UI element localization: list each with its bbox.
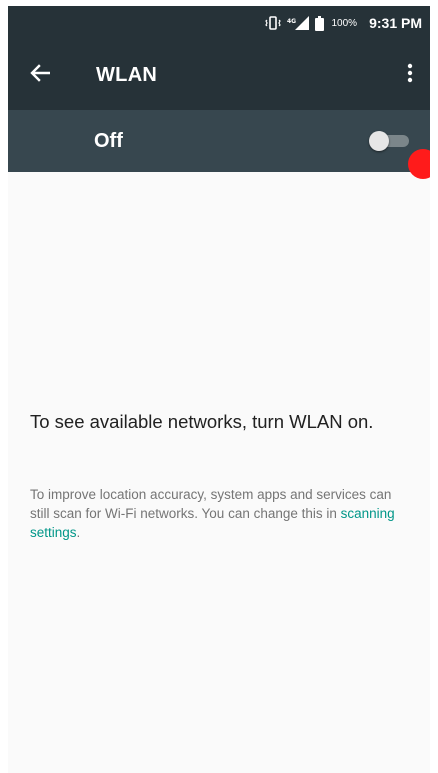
toggle-thumb <box>369 131 389 151</box>
app-bar: WLAN <box>8 40 430 110</box>
back-button[interactable] <box>10 45 70 105</box>
scanning-hint: To improve location accuracy, system app… <box>30 485 412 542</box>
switch-state-label: Off <box>94 129 123 152</box>
vibrate-icon <box>264 16 281 30</box>
more-vert-icon <box>407 63 413 88</box>
wlan-master-switch-bar[interactable]: Off <box>8 110 430 172</box>
touch-indicator <box>408 149 430 179</box>
svg-text:4G: 4G <box>287 18 296 25</box>
wlan-toggle-switch[interactable] <box>369 131 411 151</box>
more-options-button[interactable] <box>390 45 430 105</box>
screen: 4G 100% 9:31 PM WLAN Off To see availabl… <box>8 6 430 773</box>
scanning-hint-suffix: . <box>76 525 81 540</box>
page-title: WLAN <box>96 63 158 86</box>
battery-percent: 100% <box>331 17 358 29</box>
status-bar: 4G 100% 9:31 PM <box>8 6 430 40</box>
arrow-back-icon <box>30 63 51 87</box>
scanning-hint-text: To improve location accuracy, system app… <box>30 487 392 521</box>
mobile-signal-icon: 4G <box>287 16 309 30</box>
battery-icon <box>314 15 324 31</box>
empty-state-message: To see available networks, turn WLAN on. <box>30 411 374 432</box>
clock: 9:31 PM <box>369 15 422 31</box>
